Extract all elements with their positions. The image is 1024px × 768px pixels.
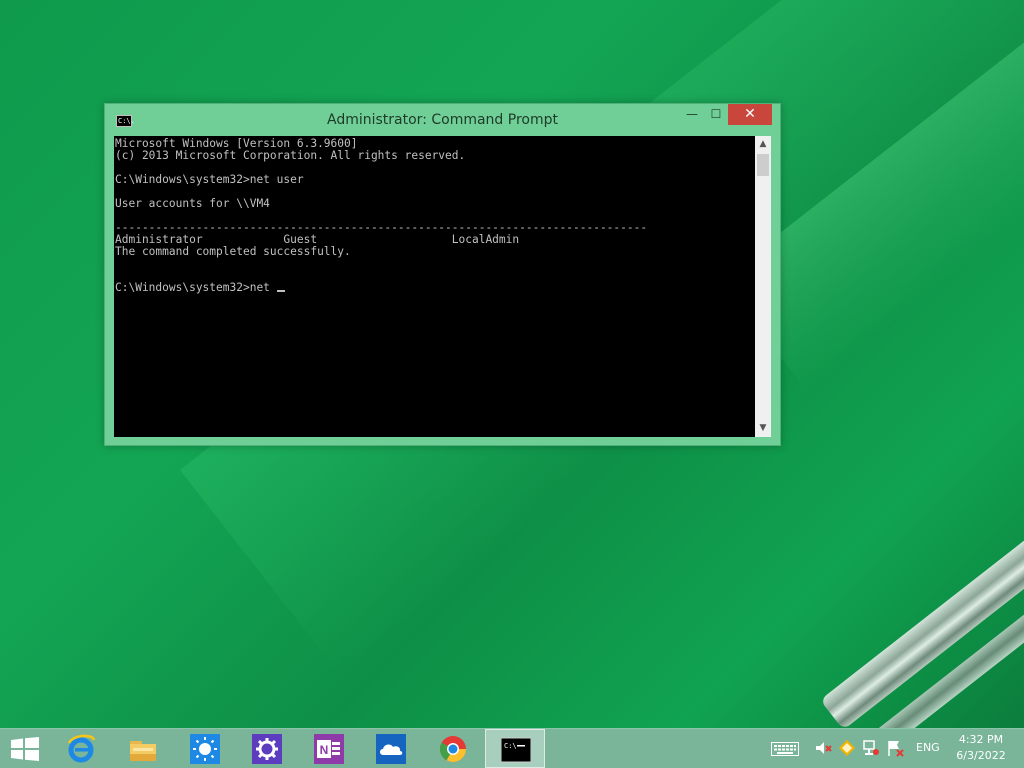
svg-text:N: N (320, 743, 329, 757)
internet-explorer-icon (67, 734, 96, 763)
gear-icon (252, 734, 282, 764)
taskbar-chrome[interactable] (423, 729, 483, 768)
keyboard-icon[interactable] (771, 740, 799, 758)
console-output[interactable]: Microsoft Windows [Version 6.3.9600] (c)… (114, 136, 755, 437)
console-line: User accounts for \\VM4 (115, 197, 270, 210)
console-line: C:\Windows\system32>net (115, 281, 277, 294)
wallpaper-metal-rail (820, 478, 1024, 728)
sun-icon (190, 734, 220, 764)
console-line: C:\Windows\system32>net user (115, 173, 304, 186)
console-text: Microsoft Windows [Version 6.3.9600] (c)… (114, 136, 755, 294)
taskbar-internet-explorer[interactable] (51, 729, 111, 768)
taskbar-command-prompt[interactable]: C:\ (485, 729, 545, 768)
scroll-up-icon[interactable]: ▲ (755, 136, 771, 153)
chrome-icon (439, 736, 467, 763)
text-cursor (276, 290, 285, 292)
window-titlebar[interactable]: C:\. Administrator: Command Prompt — ☐ ✕ (105, 104, 780, 136)
clock-time: 4:32 PM (958, 733, 1004, 746)
maximize-button[interactable]: ☐ (705, 104, 727, 125)
scroll-down-icon[interactable]: ▼ (755, 420, 771, 437)
clock[interactable]: 4:32 PM 6/3/2022 (950, 732, 1012, 764)
minimize-button[interactable]: — (679, 104, 705, 125)
clock-date: 6/3/2022 (956, 749, 1006, 762)
command-prompt-window[interactable]: C:\. Administrator: Command Prompt — ☐ ✕… (104, 103, 781, 446)
taskbar-settings[interactable] (237, 729, 297, 768)
console-icon: C:\ (501, 737, 531, 763)
taskbar-file-explorer[interactable] (113, 729, 173, 768)
onenote-icon: N (314, 734, 344, 764)
svg-text:C:\: C:\ (504, 742, 517, 750)
language-indicator[interactable]: ENG (916, 741, 940, 754)
volume-muted-icon[interactable] (814, 739, 832, 757)
scroll-thumb[interactable] (757, 154, 769, 176)
action-center-icon[interactable] (838, 739, 856, 757)
flag-error-icon[interactable] (886, 739, 904, 757)
taskbar-weather[interactable] (175, 729, 235, 768)
vertical-scrollbar[interactable]: ▲ ▼ (755, 136, 771, 437)
cloud-icon (376, 734, 406, 764)
windows-logo-icon (11, 737, 39, 761)
network-icon[interactable] (862, 739, 880, 757)
taskbar-onenote[interactable]: N (299, 729, 359, 768)
taskbar: N C:\ ENG 4:32 PM 6/3/2022 (0, 728, 1024, 768)
console-line: The command completed successfully. (115, 245, 351, 258)
close-button[interactable]: ✕ (728, 104, 772, 125)
console-line: (c) 2013 Microsoft Corporation. All righ… (115, 149, 466, 162)
taskbar-onedrive[interactable] (361, 729, 421, 768)
folder-icon (130, 741, 156, 761)
